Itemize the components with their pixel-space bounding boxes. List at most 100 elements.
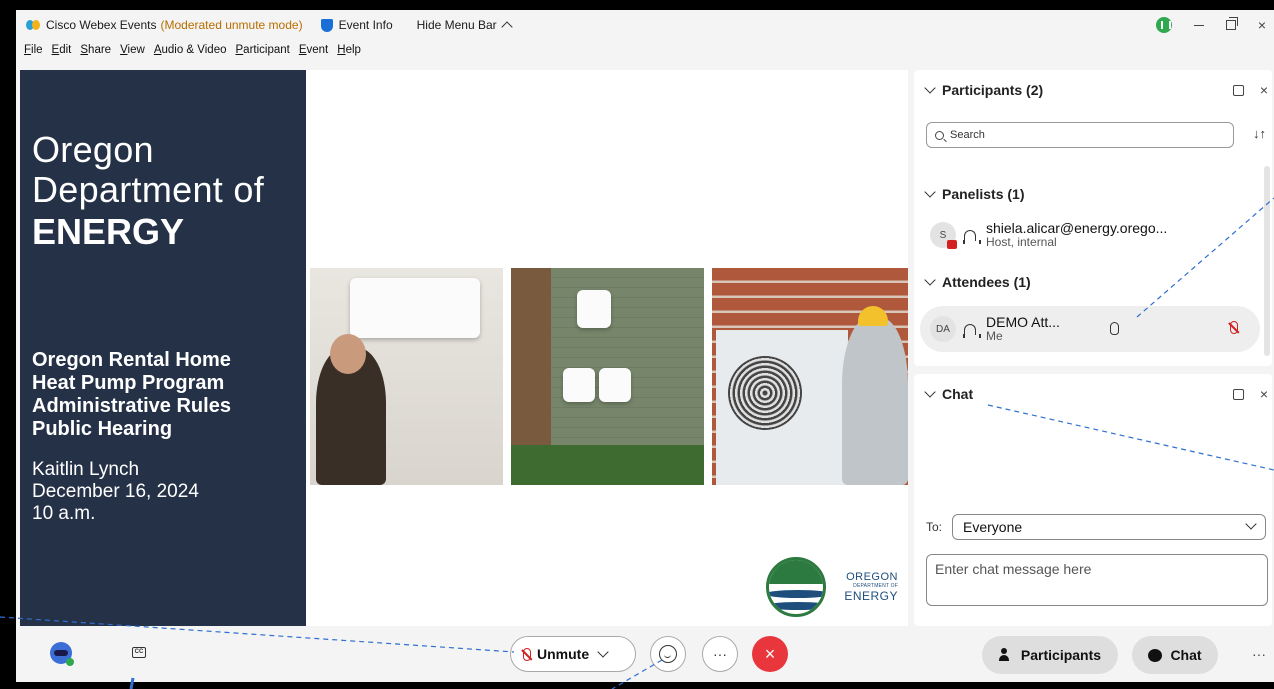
participant-name: DEMO Att... (986, 314, 1060, 330)
presenter-info: Kaitlin Lynch December 16, 2024 10 a.m. (32, 459, 306, 525)
smiley-icon (659, 645, 677, 663)
chat-panel: Chat × To: Everyone Enter chat message h… (914, 374, 1272, 626)
chevron-down-icon (924, 82, 936, 94)
hide-menu-bar-button[interactable]: Hide Menu Bar (416, 18, 513, 33)
mic-muted-icon (1230, 321, 1238, 334)
slide-title-panel: Oregon Department of ENERGY Oregon Renta… (20, 70, 306, 626)
restore-button[interactable] (1225, 17, 1238, 30)
participant-role: Host, internal (986, 235, 1057, 249)
headset-icon (963, 229, 981, 244)
presentation-time: 10 a.m. (32, 503, 96, 524)
mic-muted-icon (523, 647, 531, 661)
chevron-down-icon (924, 386, 936, 398)
avatar: DA (930, 316, 956, 342)
participants-toggle-button[interactable]: Participants (982, 636, 1118, 674)
menu-event[interactable]: Event (299, 44, 328, 64)
menu-bar: File Edit Share View Audio & Video Parti… (16, 44, 361, 64)
unmute-mode-label: (Moderated unmute mode) (160, 18, 303, 32)
program-title-line: Public Hearing (32, 418, 173, 440)
people-icon (998, 648, 1013, 662)
participants-button-label: Participants (1020, 647, 1102, 663)
participant-role: Me (986, 329, 1003, 343)
participant-row[interactable]: S shiela.alicar@energy.orego... Host, in… (920, 212, 1260, 258)
minimize-button[interactable] (1193, 24, 1204, 26)
reactions-button[interactable] (650, 636, 686, 672)
presenter-name: Kaitlin Lynch (32, 459, 140, 480)
chat-panel-title: Chat (942, 386, 974, 402)
photo-indoor-heat-pump (310, 268, 503, 485)
chat-button-label: Chat (1170, 647, 1202, 663)
org-name-line3: ENERGY (32, 211, 185, 252)
org-name-line1: Oregon (32, 129, 154, 170)
menu-file[interactable]: File (24, 44, 43, 64)
window-controls: × (1155, 10, 1274, 40)
leave-meeting-button[interactable]: × (752, 636, 788, 672)
closed-captions-icon[interactable]: CC (132, 647, 146, 658)
event-info-button[interactable]: Event Info (320, 18, 393, 32)
menu-help[interactable]: Help (337, 44, 361, 64)
chevron-down-icon[interactable] (597, 646, 609, 658)
chat-bubble-icon (1148, 648, 1163, 662)
chat-message-input[interactable]: Enter chat message here (926, 554, 1268, 606)
chat-toggle-button[interactable]: Chat (1132, 636, 1218, 674)
menu-participant[interactable]: Participant (236, 44, 290, 64)
shared-presentation: Oregon Department of ENERGY Oregon Renta… (20, 70, 908, 626)
unmute-button[interactable]: Unmute (510, 636, 636, 672)
chat-recipient-value: Everyone (963, 519, 1023, 535)
chevron-down-icon (924, 274, 936, 286)
menu-view[interactable]: View (120, 44, 145, 64)
ai-assistant-icon[interactable] (50, 642, 74, 666)
search-placeholder: Search (950, 129, 985, 141)
close-participants-button[interactable]: × (1260, 82, 1268, 98)
org-name-line2: Department of (32, 169, 265, 210)
event-info-label: Event Info (338, 18, 393, 32)
webex-window: Cisco Webex Events (Moderated unmute mod… (16, 10, 1274, 682)
program-title-line: Oregon Rental Home (32, 349, 231, 371)
sort-icon[interactable]: ↓↑ (1253, 126, 1266, 141)
logo-text-oregon: OREGON (846, 571, 898, 583)
raise-hand-icon[interactable] (1110, 322, 1119, 335)
photo-technician-heat-pump (712, 268, 908, 485)
panelists-label: Panelists (1) (942, 186, 1025, 202)
hide-menu-bar-label: Hide Menu Bar (416, 18, 497, 32)
title-bar: Cisco Webex Events (Moderated unmute mod… (16, 10, 1274, 40)
shield-icon (320, 18, 333, 32)
program-title-line: Heat Pump Program (32, 372, 225, 394)
menu-share[interactable]: Share (80, 44, 111, 64)
participant-name: shiela.alicar@energy.orego... (986, 220, 1168, 236)
attendees-section-toggle[interactable]: Attendees (1) (924, 274, 1031, 290)
participants-scrollbar[interactable] (1264, 166, 1270, 356)
participant-row-me[interactable]: DA DEMO Att... Me (920, 306, 1260, 352)
headset-icon (963, 323, 981, 338)
recording-icon (947, 240, 957, 249)
participants-panel-header[interactable]: Participants (2) (924, 82, 1044, 98)
photo-outdoor-heat-pumps (511, 268, 704, 485)
menu-audio-video[interactable]: Audio & Video (154, 44, 227, 64)
popout-icon[interactable] (1232, 85, 1244, 96)
participants-panel: Participants (2) × Search ↓↑ Panelists (… (914, 70, 1272, 366)
menu-edit[interactable]: Edit (52, 44, 72, 64)
popout-icon[interactable] (1232, 389, 1244, 400)
search-icon (935, 130, 944, 140)
logo-text-energy: ENERGY (844, 589, 898, 603)
webex-logo-icon (26, 18, 40, 32)
network-status-icon[interactable] (1155, 17, 1172, 33)
chevron-up-icon (501, 21, 513, 33)
participants-panel-title: Participants (2) (942, 82, 1044, 98)
panelists-section-toggle[interactable]: Panelists (1) (924, 186, 1025, 202)
presentation-date: December 16, 2024 (32, 481, 199, 502)
overflow-menu-button[interactable]: ··· (1252, 646, 1266, 662)
chat-recipient-select[interactable]: Everyone (952, 514, 1267, 540)
odoe-logo: OREGON DEPARTMENT OF ENERGY (766, 557, 906, 617)
close-window-button[interactable]: × (1258, 17, 1266, 33)
participant-search-input[interactable]: Search (926, 122, 1234, 148)
meeting-controls-bar: CC Unmute ··· × Participants Chat ··· (16, 628, 1274, 682)
chat-panel-header[interactable]: Chat (924, 386, 974, 402)
close-chat-button[interactable]: × (1260, 386, 1268, 402)
odoe-logo-icon (766, 557, 826, 617)
chat-to-label: To: (926, 520, 943, 534)
chevron-down-icon (924, 186, 936, 198)
unmute-label: Unmute (537, 646, 590, 662)
more-options-button[interactable]: ··· (702, 636, 738, 672)
chat-input-placeholder: Enter chat message here (935, 561, 1092, 577)
